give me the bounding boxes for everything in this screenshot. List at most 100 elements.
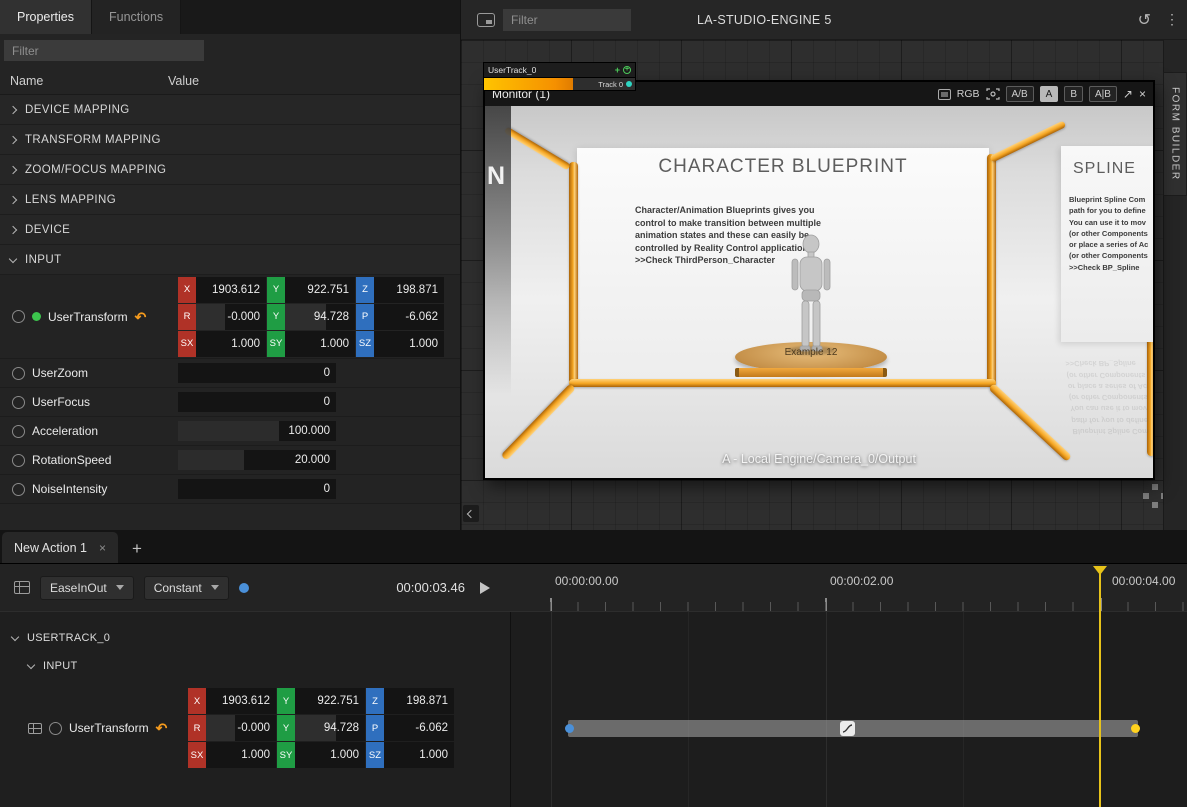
tab-functions[interactable]: Functions: [92, 0, 181, 34]
transform-pitch-field[interactable]: P-6.062: [366, 715, 454, 741]
section-lens-mapping[interactable]: LENS MAPPING: [0, 185, 460, 215]
userzoom-field[interactable]: 0: [178, 363, 336, 383]
transform-sz-field[interactable]: SZ1.000: [366, 742, 454, 768]
add-tab-button[interactable]: +: [132, 539, 142, 563]
properties-tab-bar: Properties Functions: [0, 0, 460, 34]
keyframe-start-dot[interactable]: [565, 724, 574, 733]
history-icon[interactable]: ↺: [1138, 10, 1151, 30]
collapse-left-panel-button[interactable]: [463, 505, 479, 522]
track-label: UserTransform: [69, 721, 149, 735]
form-builder-tab[interactable]: FORM BUILDER: [1163, 72, 1187, 196]
ruler-label-1: 00:00:02.00: [830, 574, 893, 588]
radio-icon[interactable]: [12, 454, 25, 467]
userfocus-field[interactable]: 0: [178, 392, 336, 412]
transform-sz-field[interactable]: SZ1.000: [356, 331, 444, 357]
transform-x-field[interactable]: X1903.612: [178, 277, 266, 303]
keyframe-color-dot[interactable]: [239, 583, 249, 593]
keyframe-end-dot[interactable]: [1131, 724, 1140, 733]
tab-label: Properties: [17, 10, 74, 24]
scene-left-shade: [485, 106, 511, 396]
easing-dropdown[interactable]: EaseInOut: [40, 576, 134, 600]
play-button[interactable]: [480, 582, 490, 594]
radio-icon[interactable]: [12, 425, 25, 438]
section-zoom-focus-mapping[interactable]: ZOOM/FOCUS MAPPING: [0, 155, 460, 185]
axis-sy-label: SY: [267, 331, 285, 357]
monitor-source-label: A - Local Engine/Camera_0/Output: [485, 452, 1153, 466]
chevron-down-icon: [11, 633, 19, 641]
easing-value: EaseInOut: [50, 581, 107, 595]
radio-icon[interactable]: [12, 310, 25, 323]
rotationspeed-field[interactable]: 20.000: [178, 450, 336, 470]
close-icon[interactable]: ×: [1139, 88, 1146, 100]
graph-filter-input[interactable]: [503, 9, 631, 31]
section-input[interactable]: INPUT: [0, 245, 460, 275]
usertrack-node[interactable]: UserTrack_0 + + Track 0: [483, 62, 636, 91]
channel-a-button[interactable]: A: [1040, 86, 1059, 102]
noiseintensity-field[interactable]: 0: [178, 479, 336, 499]
timeline-ruler[interactable]: 00:00:00.00 00:00:02.00 00:00:04.00: [510, 564, 1187, 612]
tab-label: New Action 1: [14, 541, 87, 555]
transform-yaw-field[interactable]: Y94.728: [267, 304, 355, 330]
ease-curve-icon[interactable]: [840, 721, 855, 736]
radio-icon[interactable]: [12, 367, 25, 380]
section-device[interactable]: DEVICE: [0, 215, 460, 245]
section-label: LENS MAPPING: [25, 194, 116, 206]
current-time-display: 00:00:03.46: [396, 580, 465, 595]
transform-sy-field[interactable]: SY1.000: [267, 331, 355, 357]
ab-split-button[interactable]: A|B: [1089, 86, 1117, 102]
reset-icon[interactable]: ↶: [135, 310, 147, 324]
tab-properties[interactable]: Properties: [0, 0, 92, 34]
property-row-userfocus: UserFocus 0: [0, 388, 460, 417]
transform-sy-field[interactable]: SY1.000: [277, 742, 365, 768]
spline-board-body: Blueprint Spline Com path for you to def…: [1069, 194, 1153, 273]
track-options-icon[interactable]: [14, 581, 30, 594]
axis-sz-label: SZ: [356, 331, 374, 357]
playhead-handle[interactable]: [1093, 566, 1107, 575]
tab-new-action-1[interactable]: New Action 1 ×: [2, 532, 118, 563]
radio-icon[interactable]: [12, 396, 25, 409]
transform-y-field[interactable]: Y922.751: [277, 688, 365, 714]
output-pin-icon[interactable]: [626, 81, 632, 87]
keyframe-track-bar[interactable]: [568, 720, 1138, 737]
section-device-mapping[interactable]: DEVICE MAPPING: [0, 95, 460, 125]
acceleration-field[interactable]: 100.000: [178, 421, 336, 441]
playhead[interactable]: [1099, 566, 1101, 807]
ab-compare-button[interactable]: A/B: [1006, 86, 1034, 102]
interpolation-dropdown[interactable]: Constant: [144, 576, 229, 600]
radio-icon[interactable]: [12, 483, 25, 496]
pop-out-icon[interactable]: ↗: [1123, 88, 1133, 100]
section-transform-mapping[interactable]: TRANSFORM MAPPING: [0, 125, 460, 155]
transform-z-field[interactable]: Z198.871: [366, 688, 454, 714]
transform-yaw-field[interactable]: Y94.728: [277, 715, 365, 741]
menu-kebab-icon[interactable]: ⋮: [1165, 11, 1179, 28]
transform-roll-field[interactable]: R-0.000: [188, 715, 276, 741]
add-icon[interactable]: +: [615, 66, 620, 75]
properties-filter-input[interactable]: [4, 40, 204, 61]
tab-label: Functions: [109, 10, 163, 24]
stage-platform-banner: [735, 368, 887, 377]
radio-icon[interactable]: [49, 722, 62, 735]
stage-tube-diag-right: [988, 383, 1072, 462]
transform-x-field[interactable]: X1903.612: [188, 688, 276, 714]
platform-label: Example 12: [735, 347, 887, 358]
transform-roll-field[interactable]: R-0.000: [178, 304, 266, 330]
close-icon[interactable]: ×: [99, 541, 106, 555]
timeline-content: USERTRACK_0 INPUT UserTransform ↶ X1903.…: [0, 612, 1187, 807]
monitor-viewport[interactable]: N CHARACTER BLUEPRINT Character/Animatio…: [485, 106, 1153, 478]
node-graph-panel[interactable]: LA-STUDIO-ENGINE 5 ↺ ⋮ FORM BUILDER Us: [461, 0, 1187, 530]
add-circle-icon[interactable]: +: [623, 66, 631, 74]
transform-sx-field[interactable]: SX1.000: [188, 742, 276, 768]
transform-z-field[interactable]: Z198.871: [356, 277, 444, 303]
monitor-window: Monitor (1) RGB A/B A B A|B ↗ ×: [483, 80, 1155, 480]
focus-icon[interactable]: [986, 88, 1000, 100]
mannequin-figure: [781, 234, 841, 356]
channel-b-button[interactable]: B: [1064, 86, 1083, 102]
track-grid-icon[interactable]: [28, 723, 42, 734]
transform-pitch-field[interactable]: P-6.062: [356, 304, 444, 330]
transform-y-field[interactable]: Y922.751: [267, 277, 355, 303]
transform-sx-field[interactable]: SX1.000: [178, 331, 266, 357]
property-row-userzoom: UserZoom 0: [0, 359, 460, 388]
group-label: USERTRACK_0: [27, 632, 110, 644]
reset-icon[interactable]: ↶: [156, 721, 168, 735]
rgb-mode-icon[interactable]: [938, 89, 951, 100]
